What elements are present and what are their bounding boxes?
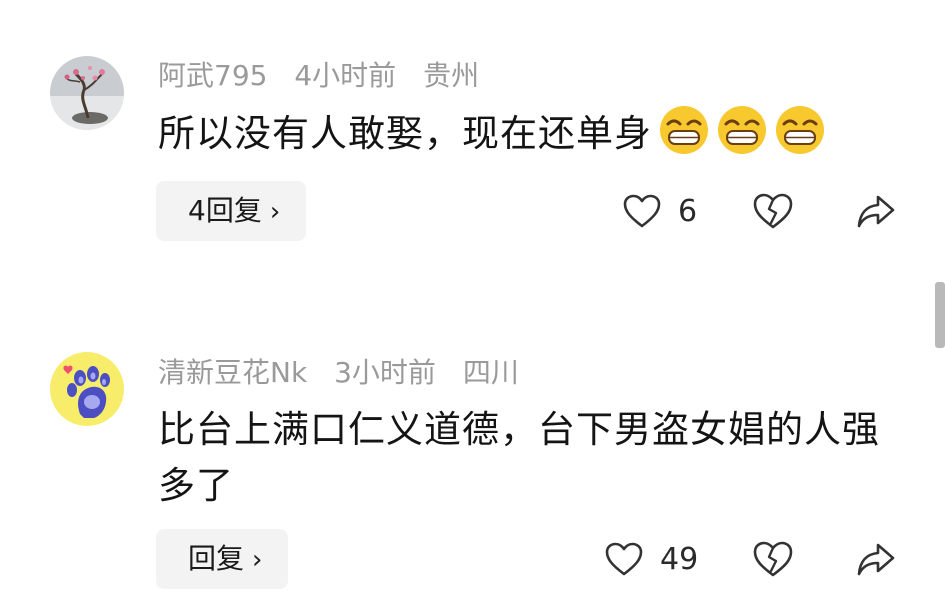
username[interactable]: 清新豆花Nk [158, 356, 307, 389]
timestamp: 4小时前 [294, 59, 397, 92]
comment-text: 比台上满口仁义道德，台下男盗女娼的人强多了 [158, 402, 888, 514]
reply-label: 回复 [188, 542, 245, 575]
like-count: 49 [660, 541, 699, 577]
location: 四川 [462, 356, 519, 389]
comment-meta: 清新豆花Nk 3小时前 四川 [158, 355, 537, 391]
heart-outline-icon [605, 542, 643, 576]
paw-avatar-image [50, 352, 124, 426]
avatar[interactable] [50, 352, 124, 426]
chevron-right-icon: › [252, 545, 263, 575]
like-button[interactable]: 49 [604, 537, 698, 581]
view-replies-button[interactable]: 4回复 › [156, 181, 307, 241]
avatar[interactable] [50, 56, 124, 130]
timestamp: 3小时前 [334, 356, 436, 389]
username[interactable]: 阿武795 [158, 59, 267, 92]
comment-body: 所以没有人敢娶，现在还单身 [158, 112, 652, 155]
like-count: 6 [678, 193, 698, 229]
comment-meta: 阿武795 4小时前 贵州 [158, 58, 497, 94]
comment-text: 所以没有人敢娶，现在还单身 [158, 104, 888, 162]
plum-blossom-avatar-image [50, 56, 124, 130]
comment-body: 比台上满口仁义道德，台下男盗女娼的人强多了 [158, 408, 880, 507]
broken-heart-icon[interactable] [752, 539, 794, 579]
grin-emoji-icon [660, 106, 708, 154]
broken-heart-icon[interactable] [752, 191, 794, 231]
scrollbar-thumb[interactable] [935, 282, 945, 348]
share-arrow-icon[interactable] [856, 540, 896, 578]
reply-button[interactable]: 回复 › [156, 529, 289, 589]
like-button[interactable]: 6 [622, 189, 697, 233]
grin-emoji-icon [718, 106, 766, 154]
heart-outline-icon [623, 194, 661, 228]
chevron-right-icon: › [269, 197, 281, 227]
reply-label: 4回复 [188, 194, 262, 227]
share-arrow-icon[interactable] [856, 192, 896, 230]
grin-emoji-icon [776, 106, 824, 154]
location: 贵州 [423, 59, 480, 92]
